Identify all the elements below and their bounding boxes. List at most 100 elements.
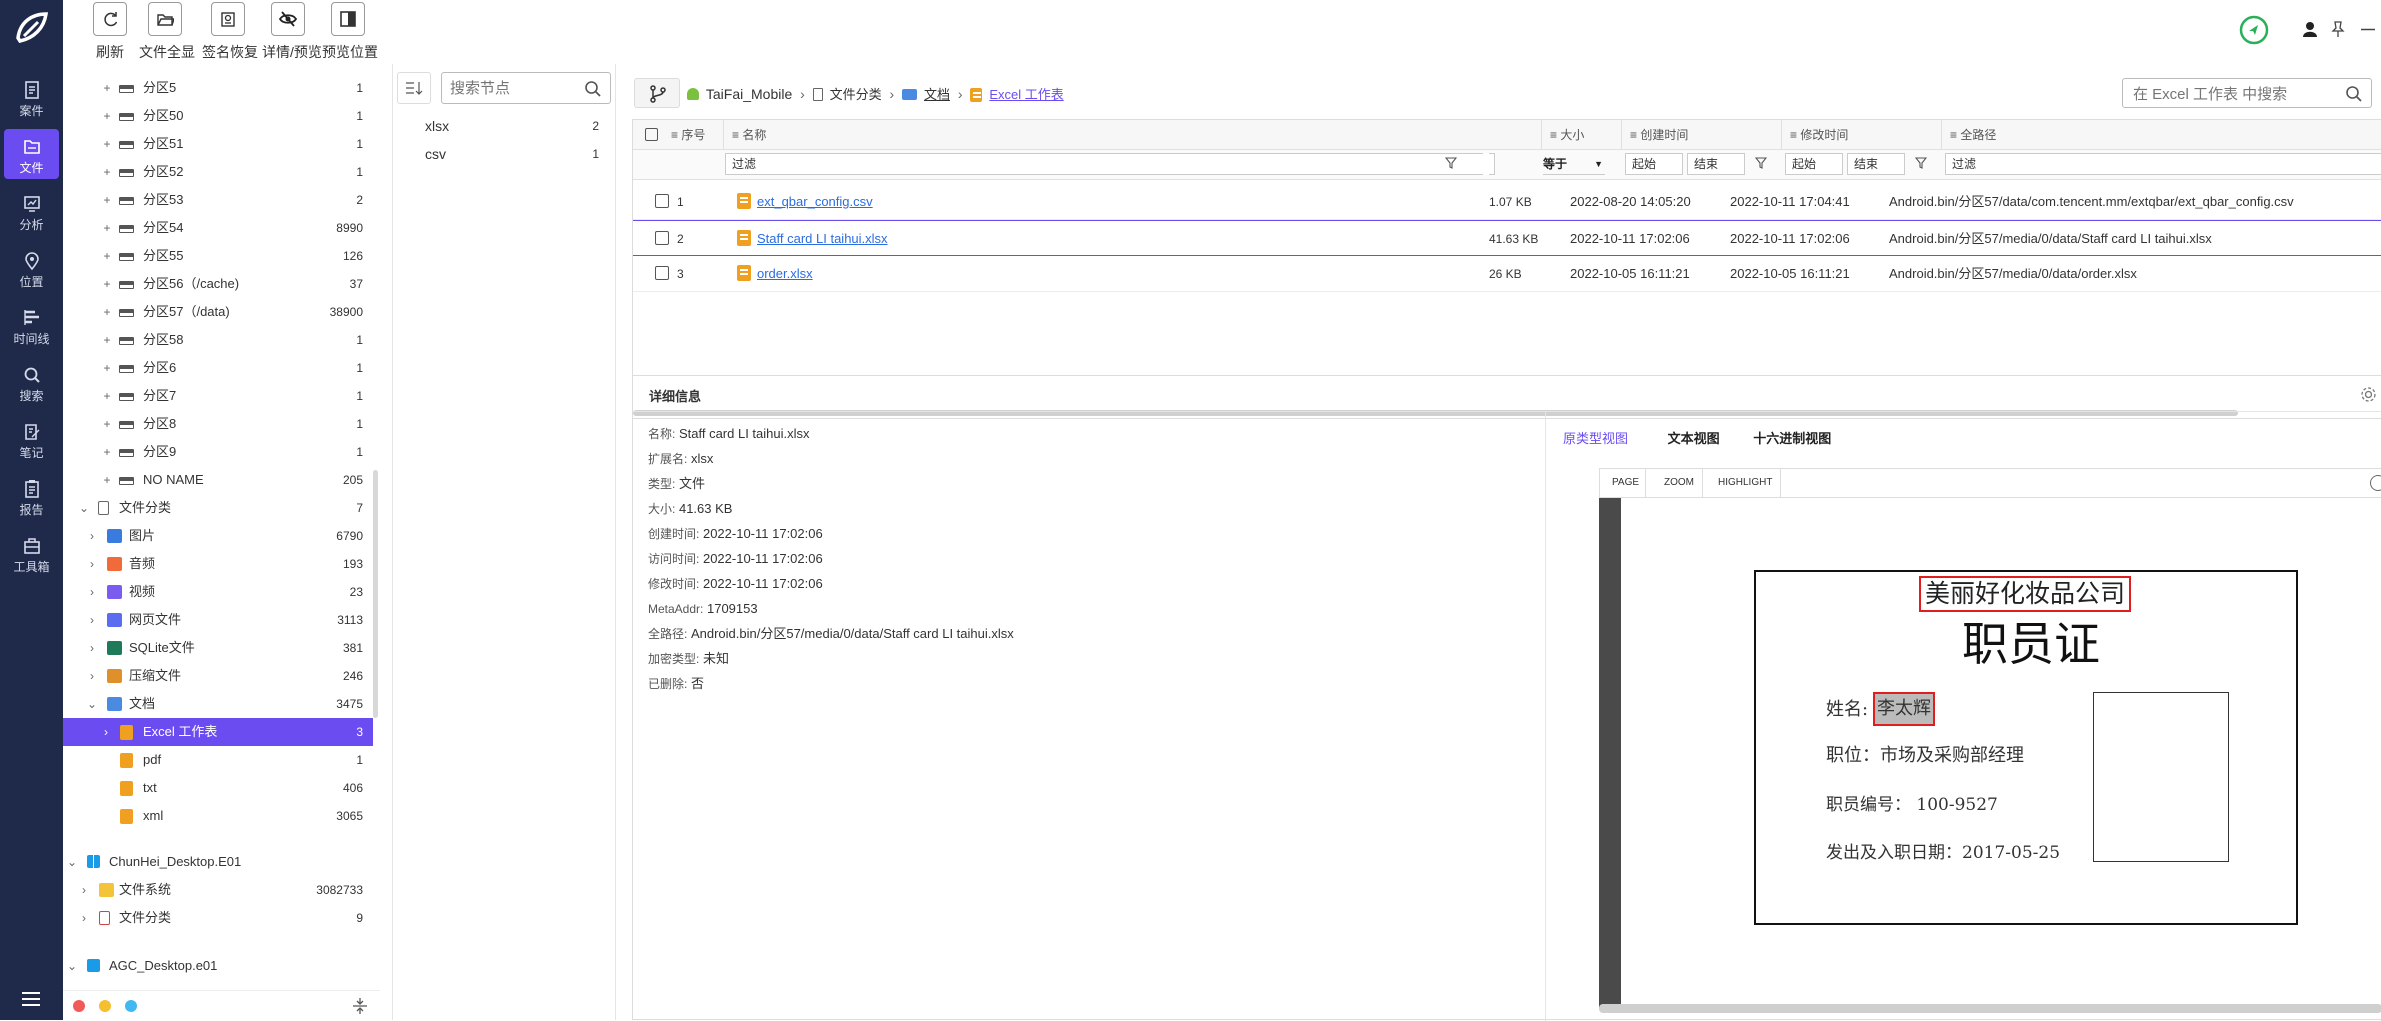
chevron-right-icon[interactable]: › [85, 550, 99, 578]
row-name-link[interactable]: order.xlsx [757, 266, 813, 281]
nav-file[interactable]: 文件 [4, 129, 59, 179]
breadcrumb-docs[interactable]: 文档 [924, 87, 950, 102]
search-icon[interactable] [584, 80, 602, 98]
toolbar-signature-restore-button[interactable]: 签名恢复 [202, 2, 258, 62]
tree-item-partition[interactable]: + 分区9 1 [63, 438, 373, 466]
nav-location[interactable]: 位置 [4, 243, 59, 293]
tree-item-category[interactable]: › 音频 193 [63, 550, 373, 578]
row-checkbox[interactable] [655, 231, 669, 245]
chevron-down-icon[interactable]: ⌄ [85, 690, 99, 718]
tab-text-view[interactable]: 文本视图 [1668, 431, 1720, 446]
size-operator-select[interactable]: 等于 ▼ [1543, 153, 1605, 175]
node-search-input[interactable] [450, 78, 575, 98]
chevron-right-icon[interactable]: › [85, 662, 99, 690]
chevron-right-icon[interactable]: › [99, 718, 113, 746]
category-filter-item[interactable]: csv 1 [393, 140, 615, 168]
tree-item-partition[interactable]: + 分区57（/data) 38900 [63, 298, 373, 326]
sort-button[interactable] [397, 72, 431, 104]
expand-plus-icon[interactable]: + [100, 158, 114, 186]
row-checkbox[interactable] [655, 194, 669, 208]
tree-item-doc-type[interactable]: › Excel 工作表 3 [63, 718, 373, 746]
expand-plus-icon[interactable]: + [100, 186, 114, 214]
file-search-input[interactable] [2133, 84, 2333, 104]
table-row[interactable]: 1 ext_qbar_config.csv 1.07 KB 2022-08-20 14… [633, 184, 2381, 220]
nav-search[interactable]: 搜索 [4, 357, 59, 407]
tree-item-partition[interactable]: + 分区56（/cache) 37 [63, 270, 373, 298]
filter-icon[interactable] [1915, 157, 1927, 169]
toolbar-refresh-button[interactable]: 刷新 [84, 2, 136, 62]
tree-item-partition[interactable]: + 分区54 8990 [63, 214, 373, 242]
row-name-link[interactable]: Staff card LI taihui.xlsx [757, 231, 888, 246]
row-checkbox[interactable] [655, 266, 669, 280]
page-button[interactable]: PAGE [1606, 469, 1647, 497]
col-modified[interactable]: ≡ 修改时间 [1781, 120, 1941, 150]
expand-plus-icon[interactable]: + [100, 438, 114, 466]
chevron-right-icon[interactable]: › [77, 904, 91, 932]
tree-item-partition[interactable]: + 分区8 1 [63, 410, 373, 438]
tree-item-partition[interactable]: + 分区53 2 [63, 186, 373, 214]
filter-icon[interactable] [1755, 157, 1767, 169]
status-ok-icon[interactable] [2239, 15, 2269, 45]
blue-dot-icon[interactable] [125, 1000, 137, 1012]
menu-icon[interactable] [20, 990, 42, 1008]
toolbar-eye-off-button[interactable]: 详情/预览 [262, 2, 322, 62]
expand-plus-icon[interactable]: + [100, 354, 114, 382]
chevron-right-icon[interactable]: › [85, 634, 99, 662]
toolbar-panel-position-button[interactable]: 预览位置 [322, 2, 378, 62]
file-search-box[interactable] [2122, 78, 2372, 108]
tree-item-device-child[interactable]: › 文件分类 9 [63, 904, 373, 932]
filter-icon[interactable] [1445, 157, 1457, 169]
name-filter-input[interactable]: 过滤 [725, 153, 1495, 175]
tree-item-partition[interactable]: + 分区51 1 [63, 130, 373, 158]
pin-icon[interactable] [2331, 21, 2345, 37]
tab-hex-view[interactable]: 十六进制视图 [1753, 431, 1831, 446]
breadcrumb-current[interactable]: Excel 工作表 [989, 87, 1063, 102]
nav-timeline[interactable]: 时间线 [4, 300, 59, 350]
info-icon[interactable] [2370, 475, 2381, 491]
nav-toolbox[interactable]: 工具箱 [4, 528, 59, 578]
expand-plus-icon[interactable]: + [100, 76, 114, 102]
tree-item-file-category[interactable]: ⌄ 文件分类 7 [63, 494, 373, 522]
search-icon[interactable] [2345, 85, 2363, 103]
toolbar-folder-open-button[interactable]: 文件全显 [139, 2, 195, 62]
tree-item-category[interactable]: › 压缩文件 246 [63, 662, 373, 690]
node-search-box[interactable] [441, 72, 611, 104]
chevron-right-icon[interactable]: › [85, 522, 99, 550]
expand-plus-icon[interactable]: + [100, 102, 114, 130]
tree-item-device-child[interactable]: › 文件系统 3082733 [63, 876, 373, 904]
chevron-right-icon[interactable]: › [85, 606, 99, 634]
col-seq[interactable]: ≡ 序号 [663, 120, 723, 150]
col-created[interactable]: ≡ 创建时间 [1621, 120, 1781, 150]
breadcrumb-device[interactable]: TaiFai_Mobile [706, 86, 792, 102]
viewport-hscrollbar[interactable] [1599, 1004, 2381, 1013]
expand-plus-icon[interactable]: + [100, 298, 114, 326]
nav-analysis[interactable]: 分析 [4, 186, 59, 236]
expand-plus-icon[interactable]: + [100, 326, 114, 354]
category-filter-item[interactable]: xlsx 2 [393, 112, 615, 140]
chevron-right-icon[interactable]: › [85, 578, 99, 606]
tree-item-partition[interactable]: + 分区58 1 [63, 326, 373, 354]
col-size[interactable]: ≡ 大小 [1541, 120, 1621, 150]
col-path[interactable]: ≡ 全路径 [1941, 120, 2381, 150]
zoom-button[interactable]: ZOOM [1656, 469, 1703, 497]
col-name[interactable]: ≡ 名称 [723, 120, 1541, 150]
tree-item-partition[interactable]: + 分区50 1 [63, 102, 373, 130]
branch-button[interactable] [634, 78, 680, 108]
expand-plus-icon[interactable]: + [100, 270, 114, 298]
chevron-down-icon[interactable]: ⌄ [77, 494, 91, 522]
expand-plus-icon[interactable]: + [100, 214, 114, 242]
tree-item-partition[interactable]: + 分区52 1 [63, 158, 373, 186]
tree-item-category[interactable]: ⌄ 文档 3475 [63, 690, 373, 718]
nav-report[interactable]: 报告 [4, 471, 59, 521]
highlight-button[interactable]: HIGHLIGHT [1710, 469, 1782, 497]
table-row[interactable]: 3 order.xlsx 26 KB 2022-10-05 16:11:21 2022-… [633, 256, 2381, 292]
minimize-icon[interactable] [2361, 28, 2375, 31]
document-viewport[interactable]: 美丽好化妆品公司 职员证 姓名: 李太辉 职位：市场及采购部经理 职员编号： 1… [1599, 498, 2381, 1013]
chevron-down-icon[interactable]: ⌄ [65, 952, 79, 980]
tree-scrollbar[interactable] [373, 470, 378, 718]
tree-item-partition[interactable]: + 分区7 1 [63, 382, 373, 410]
tree-item-category[interactable]: › 图片 6790 [63, 522, 373, 550]
nav-case[interactable]: 案件 [4, 72, 59, 122]
created-end-input[interactable]: 结束 [1687, 153, 1745, 175]
select-all-checkbox[interactable] [645, 128, 658, 141]
